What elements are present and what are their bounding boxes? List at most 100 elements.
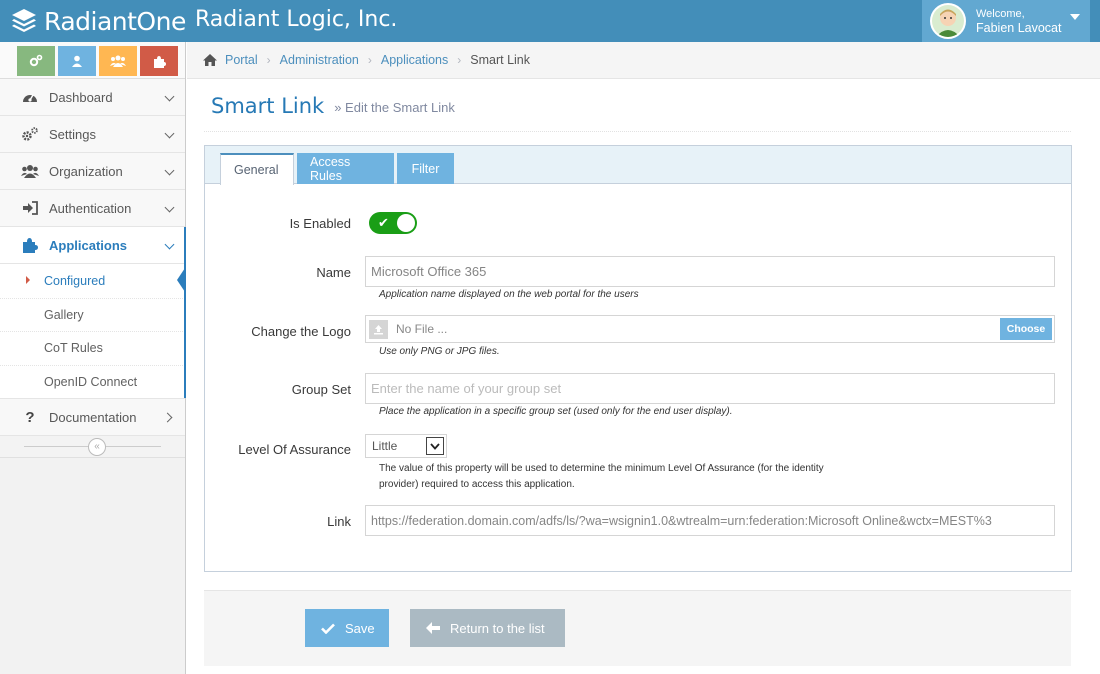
loa-help-line-2: provider) required to access this applic… <box>379 478 575 490</box>
loa-label: Level Of Assurance <box>238 442 351 457</box>
sidebar-item-applications[interactable]: Applications <box>0 227 186 264</box>
tab-bar: General Access Rules Filter <box>205 146 1071 185</box>
arrow-left-icon <box>426 622 440 634</box>
dashboard-icon <box>21 88 39 106</box>
welcome-text: Welcome, <box>976 8 1025 20</box>
sidebar-item-dashboard[interactable]: Dashboard <box>0 79 185 116</box>
submenu-item-openid-connect[interactable]: OpenID Connect <box>0 364 185 399</box>
active-pointer-icon <box>177 268 185 292</box>
sidebar-item-label: Applications <box>49 237 128 253</box>
breadcrumb-administration[interactable]: Administration <box>280 53 359 67</box>
shortcut-user-button[interactable] <box>58 46 96 76</box>
return-button-label: Return to the list <box>450 620 545 636</box>
shortcut-settings-button[interactable] <box>17 46 55 76</box>
sidebar: Dashboard Settings Organization Authenti… <box>0 42 186 674</box>
is-enabled-label: Is Enabled <box>289 216 351 231</box>
submenu-item-label: Gallery <box>44 307 84 322</box>
question-icon: ? <box>25 408 35 426</box>
submenu-item-label: CoT Rules <box>44 341 103 356</box>
submenu-item-label: OpenID Connect <box>44 374 138 389</box>
sidebar-item-organization[interactable]: Organization <box>0 153 185 190</box>
save-button-label: Save <box>345 620 375 636</box>
chevron-right-icon <box>162 412 173 423</box>
user-icon <box>72 55 82 67</box>
top-navbar: RadiantOne Radiant Logic, Inc. Welcome, … <box>0 0 1100 42</box>
breadcrumb-applications[interactable]: Applications <box>381 53 448 67</box>
sidebar-item-label: Settings <box>49 126 96 142</box>
layers-icon <box>12 9 36 32</box>
chevron-down-icon <box>164 239 175 250</box>
sidebar-collapse-bar: « <box>0 436 185 458</box>
sidebar-item-label: Dashboard <box>49 89 113 105</box>
shortcut-applications-button[interactable] <box>140 46 178 76</box>
avatar <box>930 3 966 39</box>
loa-select[interactable]: Little <box>365 434 447 458</box>
chevron-right-icon: › <box>457 53 462 67</box>
page-title: Smart Link <box>211 93 325 118</box>
name-help-text: Application name displayed on the web po… <box>379 289 639 300</box>
logo-label: Change the Logo <box>251 324 351 339</box>
link-label: Link <box>327 514 351 529</box>
save-button[interactable]: Save <box>305 609 389 647</box>
submenu-item-gallery[interactable]: Gallery <box>0 297 185 332</box>
chevron-down-icon <box>164 91 175 102</box>
check-icon <box>321 623 335 634</box>
user-avatar-icon <box>932 5 964 37</box>
breadcrumb: Portal › Administration › Applications ›… <box>187 42 1100 79</box>
chevron-right-icon: › <box>367 53 372 67</box>
submenu-item-label: Configured <box>44 273 106 288</box>
group-set-label: Group Set <box>291 382 351 397</box>
users-icon <box>21 162 39 180</box>
tab-general[interactable]: General <box>220 153 294 185</box>
cogs-icon <box>21 125 39 143</box>
sidebar-item-documentation[interactable]: ? Documentation <box>0 399 185 436</box>
chevron-down-icon <box>164 202 175 213</box>
brand-name: RadiantOne <box>44 6 186 36</box>
sidebar-item-label: Organization <box>49 163 123 179</box>
loa-selected-value: Little <box>372 439 398 453</box>
file-name-text: No File ... <box>396 322 448 336</box>
page-subtitle: » Edit the Smart Link <box>334 100 455 115</box>
loa-help-line-1: The value of this property will be used … <box>379 463 824 474</box>
double-chevron-left-icon[interactable]: « <box>88 438 106 456</box>
caret-down-icon <box>1070 14 1080 20</box>
applications-submenu: Configured Gallery CoT Rules OpenID Conn… <box>0 264 186 399</box>
sign-in-icon <box>21 199 39 217</box>
shortcut-users-button[interactable] <box>99 46 137 76</box>
puzzle-icon <box>153 55 166 68</box>
return-to-list-button[interactable]: Return to the list <box>410 609 565 647</box>
user-menu[interactable]: Welcome, Fabien Lavocat <box>922 0 1090 42</box>
chevron-down-icon <box>164 165 175 176</box>
submenu-item-configured[interactable]: Configured <box>0 264 185 298</box>
name-input[interactable]: Microsoft Office 365 <box>365 256 1055 287</box>
users-icon <box>110 55 126 67</box>
chevron-right-icon: › <box>266 53 271 67</box>
tab-filter[interactable]: Filter <box>397 153 454 184</box>
group-set-input[interactable]: Enter the name of your group set <box>365 373 1055 404</box>
sidebar-item-authentication[interactable]: Authentication <box>0 190 185 227</box>
home-icon[interactable] <box>202 53 218 67</box>
tab-access-rules[interactable]: Access Rules <box>297 153 394 184</box>
logo-file-input[interactable]: No File ... Choose <box>365 315 1055 343</box>
form-actions: Save Return to the list <box>204 590 1071 666</box>
is-enabled-toggle[interactable]: ✔ <box>369 212 417 234</box>
group-set-help-text: Place the application in a specific grou… <box>379 406 733 417</box>
chevron-down-icon <box>426 437 444 455</box>
breadcrumb-current: Smart Link <box>470 53 531 67</box>
upload-icon <box>369 319 388 339</box>
submenu-item-cot-rules[interactable]: CoT Rules <box>0 331 185 365</box>
choose-file-button[interactable]: Choose <box>1000 318 1052 340</box>
toggle-knob <box>397 214 415 232</box>
loa-help-text: The value of this property will be used … <box>379 461 879 492</box>
puzzle-icon <box>21 236 39 254</box>
link-input[interactable]: https://federation.domain.com/adfs/ls/?w… <box>365 505 1055 536</box>
sidebar-item-settings[interactable]: Settings <box>0 116 185 153</box>
logo-help-text: Use only PNG or JPG files. <box>379 346 500 357</box>
caret-right-icon <box>26 276 30 284</box>
page-header: Smart Link » Edit the Smart Link <box>204 80 1071 132</box>
brand-logo[interactable]: RadiantOne <box>10 5 186 37</box>
edit-panel: General Access Rules Filter Is Enabled ✔… <box>204 145 1072 572</box>
breadcrumb-portal[interactable]: Portal <box>225 53 258 67</box>
user-name: Fabien Lavocat <box>976 21 1062 35</box>
sidebar-shortcuts <box>0 42 185 79</box>
